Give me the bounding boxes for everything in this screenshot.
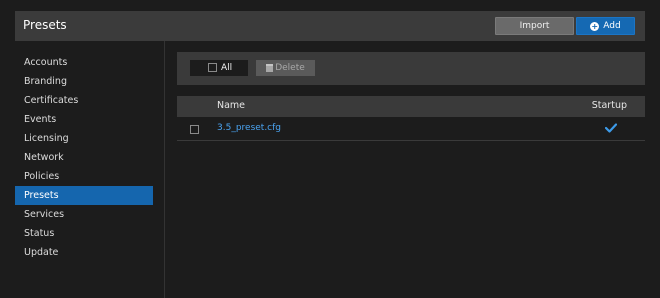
sidebar-item-certificates[interactable]: Certificates <box>15 91 153 110</box>
sidebar-item-update[interactable]: Update <box>15 243 153 262</box>
list-toolbar: All Delete <box>177 52 645 85</box>
page-title: Presets <box>23 18 67 32</box>
sidebar-item-events[interactable]: Events <box>15 110 153 129</box>
select-all-label: All <box>221 63 233 73</box>
checkmark-icon <box>605 123 617 133</box>
preset-file-link[interactable]: 3.5_preset.cfg <box>217 123 281 133</box>
delete-button[interactable]: Delete <box>256 60 315 76</box>
plus-circle-icon: + <box>590 21 600 31</box>
sidebar-item-branding[interactable]: Branding <box>15 72 153 91</box>
trash-icon <box>266 64 274 72</box>
column-header-name[interactable]: Name <box>217 100 245 111</box>
select-all-button[interactable]: All <box>190 60 248 76</box>
app-frame: Presets Import + Add Accounts Branding C… <box>0 0 660 298</box>
column-header-startup[interactable]: Startup <box>592 100 627 111</box>
sidebar-item-licensing[interactable]: Licensing <box>15 129 153 148</box>
sidebar: Accounts Branding Certificates Events Li… <box>15 41 165 298</box>
add-button-label: Add <box>603 21 621 31</box>
sidebar-item-services[interactable]: Services <box>15 205 153 224</box>
select-all-checkbox[interactable] <box>208 63 217 72</box>
table-row[interactable]: 3.5_preset.cfg <box>177 117 645 141</box>
add-button[interactable]: + Add <box>576 17 635 35</box>
row-checkbox[interactable] <box>190 125 199 134</box>
import-button[interactable]: Import <box>495 17 574 35</box>
page-header: Presets Import + Add <box>15 11 645 41</box>
sidebar-item-policies[interactable]: Policies <box>15 167 153 186</box>
sidebar-item-presets[interactable]: Presets <box>15 186 153 205</box>
sidebar-item-network[interactable]: Network <box>15 148 153 167</box>
delete-button-label: Delete <box>275 63 305 73</box>
table-header: Name Startup <box>177 96 645 117</box>
sidebar-item-status[interactable]: Status <box>15 224 153 243</box>
sidebar-item-accounts[interactable]: Accounts <box>15 53 153 72</box>
